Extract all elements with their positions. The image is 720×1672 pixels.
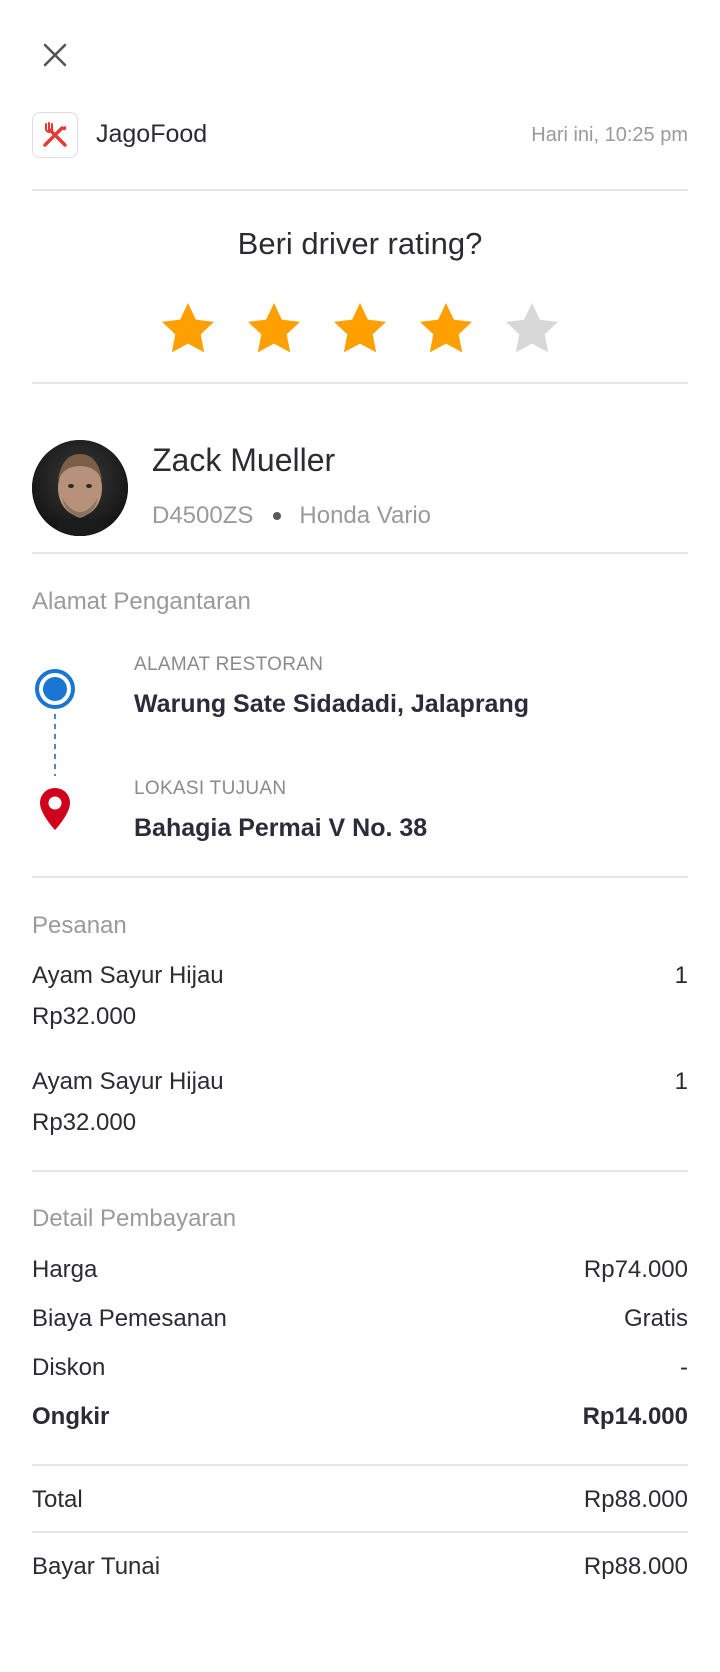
destination-label: LOKASI TUJUAN [134, 778, 287, 799]
payment-method-value: Rp88.000 [583, 1553, 688, 1580]
destination-pin-icon [40, 788, 70, 830]
fork-knife-icon [43, 122, 67, 147]
divider [32, 876, 688, 878]
origin-icon [35, 669, 75, 709]
payment-value: Rp74.000 [583, 1256, 688, 1283]
divider [32, 1531, 688, 1533]
divider [32, 552, 688, 554]
total-row: Total Rp88.000 [32, 1486, 688, 1514]
order-item-price-row: Rp32.000 [32, 1109, 688, 1137]
origin-address: Warung Sate Sidadadi, Jalaprang [134, 690, 529, 718]
payment-label: Ongkir [32, 1403, 110, 1430]
payment-method-row: Bayar Tunai Rp88.000 [32, 1553, 688, 1581]
divider [32, 189, 688, 191]
star-icon[interactable] [244, 300, 304, 360]
payment-row-discount: Diskon - [32, 1354, 688, 1382]
item-price: Rp32.000 [32, 1003, 137, 1030]
app-logo [32, 112, 78, 158]
destination-address: Bahagia Permai V No. 38 [134, 814, 428, 842]
close-button[interactable] [36, 36, 74, 74]
payment-value: Rp14.000 [582, 1403, 688, 1430]
order-item: Ayam Sayur Hijau 1 [32, 962, 688, 990]
order-section-label: Pesanan [32, 912, 127, 939]
item-name: Ayam Sayur Hijau [32, 1068, 224, 1095]
payment-section-label: Detail Pembayaran [32, 1205, 237, 1232]
payment-value: Gratis [623, 1305, 688, 1332]
payment-row-order-fee: Biaya Pemesanan Gratis [32, 1305, 688, 1333]
item-name: Ayam Sayur Hijau [32, 962, 224, 989]
item-quantity: 1 [674, 1068, 688, 1095]
payment-value: - [680, 1354, 688, 1381]
close-icon [43, 43, 67, 67]
star-icon[interactable] [502, 300, 562, 360]
star-icon[interactable] [158, 300, 218, 360]
payment-label: Biaya Pemesanan [32, 1305, 227, 1332]
vehicle-model: Honda Vario [299, 502, 432, 529]
order-item: Ayam Sayur Hijau 1 [32, 1068, 688, 1096]
license-plate: D4500ZS [152, 502, 254, 529]
order-timestamp: Hari ini, 10:25 pm [531, 124, 688, 146]
order-item-price-row: Rp32.000 [32, 1003, 688, 1031]
total-label: Total [32, 1486, 83, 1513]
driver-vehicle-info: D4500ZS Honda Vario [152, 502, 431, 530]
item-quantity: 1 [674, 962, 688, 989]
item-price: Rp32.000 [32, 1109, 137, 1136]
driver-avatar [32, 440, 128, 536]
payment-label: Harga [32, 1256, 98, 1283]
star-icon[interactable] [330, 300, 390, 360]
divider [32, 1464, 688, 1466]
star-rating [0, 300, 720, 360]
payment-method-label: Bayar Tunai [32, 1553, 161, 1580]
separator-dot [273, 512, 282, 520]
divider [32, 1170, 688, 1172]
star-icon[interactable] [416, 300, 476, 360]
driver-name: Zack Mueller [152, 442, 336, 478]
total-value: Rp88.000 [583, 1486, 688, 1513]
divider [32, 382, 688, 384]
rating-title: Beri driver rating? [237, 226, 483, 261]
payment-label: Diskon [32, 1354, 106, 1381]
payment-row-delivery-fee: Ongkir Rp14.000 [32, 1403, 688, 1431]
payment-row-price: Harga Rp74.000 [32, 1256, 688, 1284]
delivery-section-label: Alamat Pengantaran [32, 588, 251, 615]
origin-label: ALAMAT RESTORAN [134, 654, 324, 675]
app-name: JagoFood [96, 120, 208, 148]
